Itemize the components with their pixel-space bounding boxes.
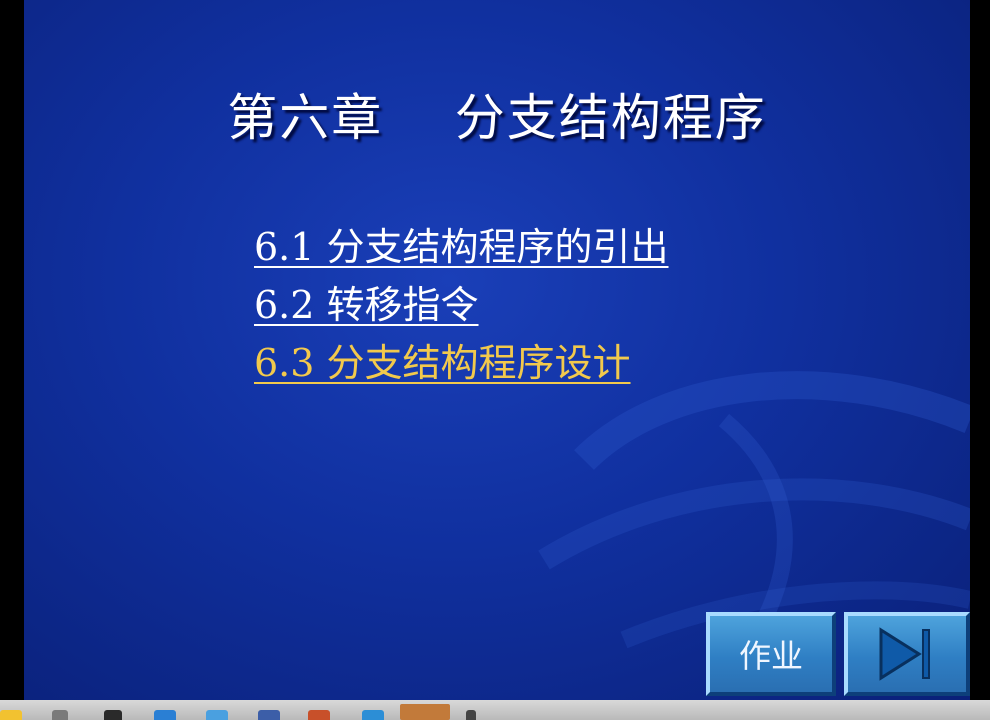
recycle-icon[interactable] (52, 710, 68, 720)
slide-title: 第六章 分支结构程序 (227, 89, 767, 147)
toc-link-6-1[interactable]: 6.1 分支结构程序的引出 (254, 218, 669, 276)
browser-icon[interactable] (154, 710, 176, 720)
app-icon[interactable] (466, 710, 476, 720)
ocr-icon[interactable] (308, 710, 330, 720)
folder-icon[interactable] (0, 710, 22, 720)
table-of-contents: 6.1 分支结构程序的引出 6.2 转移指令 6.3 分支结构程序设计 (254, 218, 669, 392)
media-icon[interactable] (400, 704, 450, 720)
taskbar (0, 700, 990, 720)
mail-icon[interactable] (258, 710, 280, 720)
next-slide-button[interactable] (844, 612, 970, 696)
homework-button-label: 作业 (738, 637, 803, 675)
globe-icon[interactable] (206, 710, 228, 720)
shield-icon[interactable] (104, 710, 122, 720)
toc-link-6-2[interactable]: 6.2 转移指令 (254, 276, 669, 334)
play-skip-icon (879, 627, 930, 681)
homework-button[interactable]: 作业 (706, 612, 836, 696)
presentation-slide: 第六章 分支结构程序 6.1 分支结构程序的引出 6.2 转移指令 6.3 分支… (24, 0, 970, 700)
ie-icon[interactable] (362, 710, 384, 720)
toc-link-6-3[interactable]: 6.3 分支结构程序设计 (254, 334, 669, 392)
